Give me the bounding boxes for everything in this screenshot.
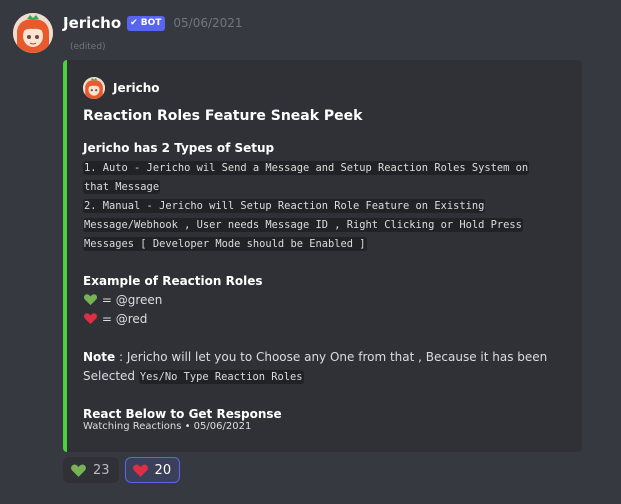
bot-avatar[interactable] (13, 13, 53, 53)
reactions-bar: 23 20 (63, 457, 186, 483)
auto-setup-line-2: that Message (83, 180, 161, 194)
embed-author-name: Jericho (113, 81, 160, 95)
reaction-count: 20 (154, 462, 172, 478)
role-red-text: = @red (101, 312, 148, 326)
role-red: = @red (83, 310, 563, 329)
red-heart-icon (132, 464, 148, 477)
note-text-2: Selected (83, 369, 139, 383)
manual-setup-line-2: Message/Webhook , User needs Message ID … (83, 218, 523, 232)
role-green: = @green (83, 291, 563, 310)
embed-author: Jericho (83, 77, 160, 99)
manual-setup-line-1: 2. Manual - Jericho will Setup Reaction … (83, 199, 486, 213)
author-avatar (83, 77, 105, 99)
auto-setup-line-1: 1. Auto - Jericho wil Send a Message and… (83, 161, 530, 175)
bot-tag: ✔ BOT (127, 15, 166, 31)
embed-footer: Watching Reactions • 05/06/2021 (83, 421, 252, 432)
bot-tag-label: BOT (140, 18, 162, 28)
red-heart-icon (83, 313, 98, 325)
embed-description: Jericho has 2 Types of Setup 1. Auto - J… (83, 139, 563, 424)
reaction-green-heart[interactable]: 23 (63, 457, 119, 483)
green-heart-icon (83, 294, 98, 306)
note-text: : Jericho will let you to Choose any One… (115, 350, 548, 364)
role-green-text: = @green (101, 293, 163, 307)
message-timestamp[interactable]: 05/06/2021 (173, 16, 242, 30)
verified-check-icon: ✔ (130, 18, 138, 28)
setup-heading: Jericho has 2 Types of Setup (83, 141, 275, 155)
username[interactable]: Jericho (63, 14, 121, 32)
note-line-2: Selected Yes/No Type Reaction Roles (83, 367, 563, 386)
message-header: Jericho ✔ BOT 05/06/2021 (63, 12, 243, 34)
edited-label: (edited) (70, 42, 106, 52)
manual-setup-line-3: Messages [ Developer Mode should be Enab… (83, 237, 367, 251)
note-line-1: Note : Jericho will let you to Choose an… (83, 348, 563, 367)
note-code: Yes/No Type Reaction Roles (138, 370, 304, 384)
green-heart-icon (71, 464, 86, 477)
embed-title: Reaction Roles Feature Sneak Peek (83, 108, 363, 124)
example-heading: Example of Reaction Roles (83, 274, 263, 288)
reaction-count: 23 (93, 462, 110, 478)
embed-card: Jericho Reaction Roles Feature Sneak Pee… (63, 60, 582, 452)
note-label: Note (83, 350, 116, 364)
reaction-red-heart[interactable]: 20 (124, 457, 181, 483)
